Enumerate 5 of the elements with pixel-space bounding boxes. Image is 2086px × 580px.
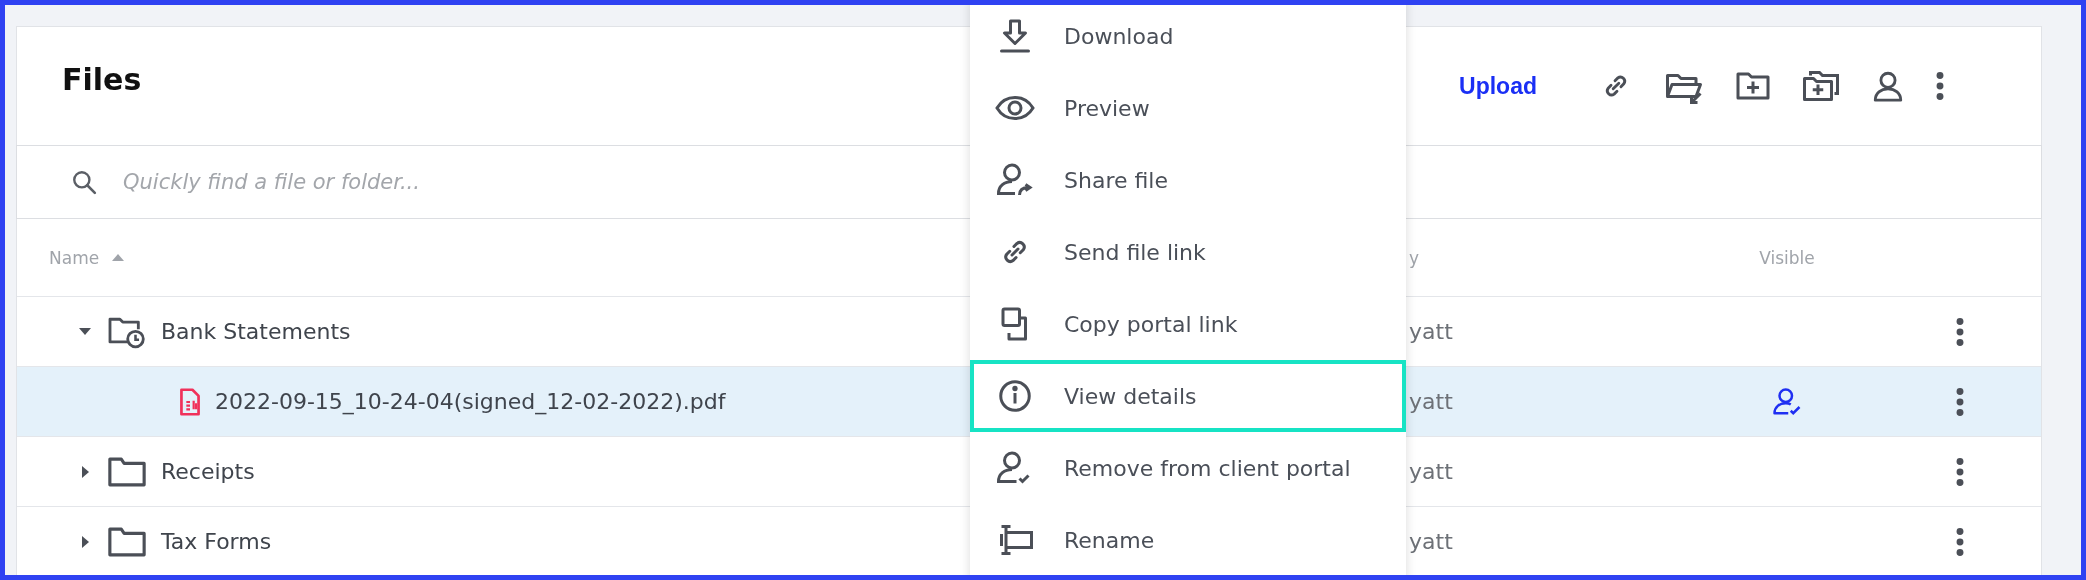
table-cell: yatt	[1409, 459, 1453, 484]
table-cell: yatt	[1409, 319, 1453, 344]
table-cell: yatt	[1409, 389, 1453, 414]
page-title: Files	[62, 61, 142, 97]
table-cell: yatt	[1409, 529, 1453, 554]
